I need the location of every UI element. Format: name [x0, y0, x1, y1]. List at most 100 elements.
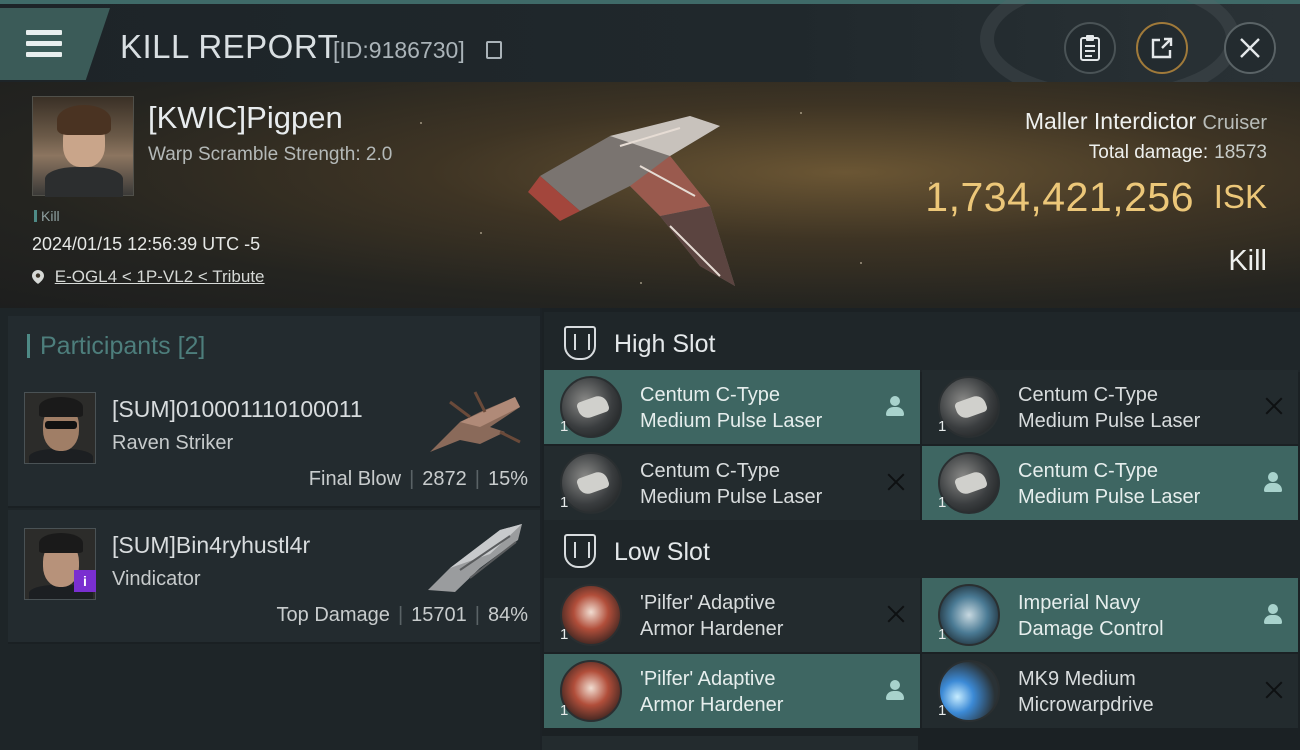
participant-ship: Raven Striker: [112, 432, 234, 454]
participant-damage: 2872: [422, 468, 467, 490]
module-item-partial[interactable]: [542, 736, 918, 750]
victim-name[interactable]: [KWIC]Pigpen: [148, 100, 343, 136]
report-id: [ID:9186730]: [333, 37, 465, 63]
person-icon: [1264, 604, 1282, 626]
module-name: Centum C-Type Medium Pulse Laser: [640, 460, 823, 508]
pulse-laser-icon: [560, 376, 622, 438]
module-name: Centum C-Type Medium Pulse Laser: [640, 384, 823, 432]
damage-control-icon: [938, 584, 1000, 646]
participant-damage: 15701: [411, 604, 467, 626]
isk-value: 1,734,421,256: [925, 174, 1194, 220]
participant-percent: 84%: [487, 604, 528, 626]
clipboard-button[interactable]: [1064, 22, 1116, 74]
module-item[interactable]: 1 Centum C-Type Medium Pulse Laser: [922, 446, 1298, 520]
module-quantity: 1: [938, 702, 947, 719]
module-quantity: 1: [560, 418, 569, 435]
module-name: 'Pilfer' Adaptive Armor Hardener: [640, 592, 784, 640]
module-item[interactable]: 1 'Pilfer' Adaptive Armor Hardener: [544, 654, 920, 728]
module-name: 'Pilfer' Adaptive Armor Hardener: [640, 668, 784, 716]
info-badge[interactable]: i: [74, 570, 96, 592]
ship-name: Maller Interdictor: [1024, 108, 1197, 134]
menu-button[interactable]: [0, 8, 110, 80]
module-quantity: 1: [938, 626, 947, 643]
module-name: Imperial Navy Damage Control: [1018, 592, 1164, 640]
person-icon: [886, 396, 904, 418]
module-quantity: 1: [560, 494, 569, 511]
low-slot-title: Low Slot: [614, 538, 710, 566]
close-button[interactable]: [1224, 22, 1276, 74]
participant-name[interactable]: [SUM]010001110100011: [112, 396, 363, 423]
high-slot-icon: [564, 326, 596, 360]
participant-stats: Final Blow | 2872 | 15%: [308, 468, 528, 490]
participant-portrait[interactable]: [24, 392, 96, 464]
module-item[interactable]: 1 Centum C-Type Medium Pulse Laser: [544, 370, 920, 444]
participant-ship-image[interactable]: [420, 518, 530, 598]
victim-ship[interactable]: Maller Interdictor Cruiser: [1025, 108, 1267, 135]
participants-title: Participants [2]: [40, 332, 206, 360]
victim-ship-image[interactable]: [520, 96, 760, 296]
participants-header: Participants [2]: [8, 316, 540, 374]
person-icon: [886, 680, 904, 702]
module-quantity: 1: [560, 702, 569, 719]
isk-unit: ISK: [1213, 178, 1267, 215]
participant-role: Top Damage: [276, 604, 390, 626]
clipboard-icon: [1080, 35, 1100, 61]
module-name: Centum C-Type Medium Pulse Laser: [1018, 384, 1201, 432]
kill-report-screen: KILL REPORT [ID:9186730] [KWIC]Pigpen Wa…: [0, 0, 1300, 750]
total-damage-label: Total damage:: [1088, 142, 1209, 163]
module-quantity: 1: [938, 494, 947, 511]
module-item[interactable]: 1 MK9 Medium Microwarpdrive: [922, 654, 1298, 728]
fitting-panel: High Slot 1 Centum C-Type Medium Pulse L…: [542, 308, 1300, 750]
module-quantity: 1: [560, 626, 569, 643]
armor-hardener-icon: [560, 584, 622, 646]
high-slot-header: High Slot: [544, 312, 1300, 372]
victim-subtitle: Warp Scramble Strength: 2.0: [148, 144, 393, 165]
location-link[interactable]: E-OGL4 < 1P-VL2 < Tribute: [55, 267, 265, 286]
participant-name[interactable]: [SUM]Bin4ryhustl4r: [112, 532, 310, 559]
participant-row[interactable]: i [SUM]Bin4ryhustl4r Vindicator Top Dama…: [8, 510, 540, 644]
pulse-laser-icon: [560, 452, 622, 514]
pulse-laser-icon: [938, 452, 1000, 514]
low-slot-icon: [564, 534, 596, 568]
x-icon: [886, 472, 906, 492]
participant-percent: 15%: [487, 468, 528, 490]
x-icon: [886, 604, 906, 624]
copy-icon[interactable]: [486, 41, 502, 59]
close-icon: [1240, 38, 1260, 58]
microwarpdrive-icon: [938, 660, 1000, 722]
armor-hardener-icon: [560, 660, 622, 722]
participants-panel: Participants [2] [SUM]010001110100011 Ra…: [0, 308, 540, 750]
participant-ship: Vindicator: [112, 568, 201, 590]
module-item[interactable]: 1 'Pilfer' Adaptive Armor Hardener: [544, 578, 920, 652]
ship-class: Cruiser: [1202, 112, 1267, 134]
module-name: MK9 Medium Microwarpdrive: [1018, 668, 1154, 716]
person-icon: [1264, 472, 1282, 494]
top-bar: KILL REPORT [ID:9186730]: [0, 0, 1300, 104]
module-name: Centum C-Type Medium Pulse Laser: [1018, 460, 1201, 508]
module-item[interactable]: 1 Imperial Navy Damage Control: [922, 578, 1298, 652]
kill-tag: Kill: [34, 208, 60, 224]
participant-row[interactable]: [SUM]010001110100011 Raven Striker Final…: [8, 374, 540, 508]
module-item[interactable]: 1 Centum C-Type Medium Pulse Laser: [544, 446, 920, 520]
kill-location[interactable]: E-OGL4 < 1P-VL2 < Tribute: [32, 267, 265, 287]
pulse-laser-icon: [938, 376, 1000, 438]
total-damage: Total damage: 18573: [1089, 142, 1267, 164]
total-damage-value: 18573: [1214, 142, 1267, 163]
page-title: KILL REPORT: [120, 28, 339, 65]
module-item[interactable]: 1 Centum C-Type Medium Pulse Laser: [922, 370, 1298, 444]
x-icon: [1264, 680, 1284, 700]
share-icon: [1151, 37, 1173, 59]
victim-portrait[interactable]: [32, 96, 134, 197]
location-pin-icon: [32, 270, 44, 284]
high-slot-title: High Slot: [614, 330, 716, 358]
participant-stats: Top Damage | 15701 | 84%: [276, 604, 528, 626]
share-button[interactable]: [1136, 22, 1188, 74]
menu-icon: [26, 30, 62, 58]
result-label: Kill: [1228, 245, 1267, 277]
module-quantity: 1: [938, 418, 947, 435]
kill-datetime: 2024/01/15 12:56:39 UTC -5: [32, 234, 261, 254]
participant-role: Final Blow: [308, 468, 402, 490]
participant-ship-image[interactable]: [420, 382, 530, 462]
low-slot-header: Low Slot: [544, 520, 1300, 580]
victim-banner: [KWIC]Pigpen Warp Scramble Strength: 2.0…: [0, 82, 1300, 308]
